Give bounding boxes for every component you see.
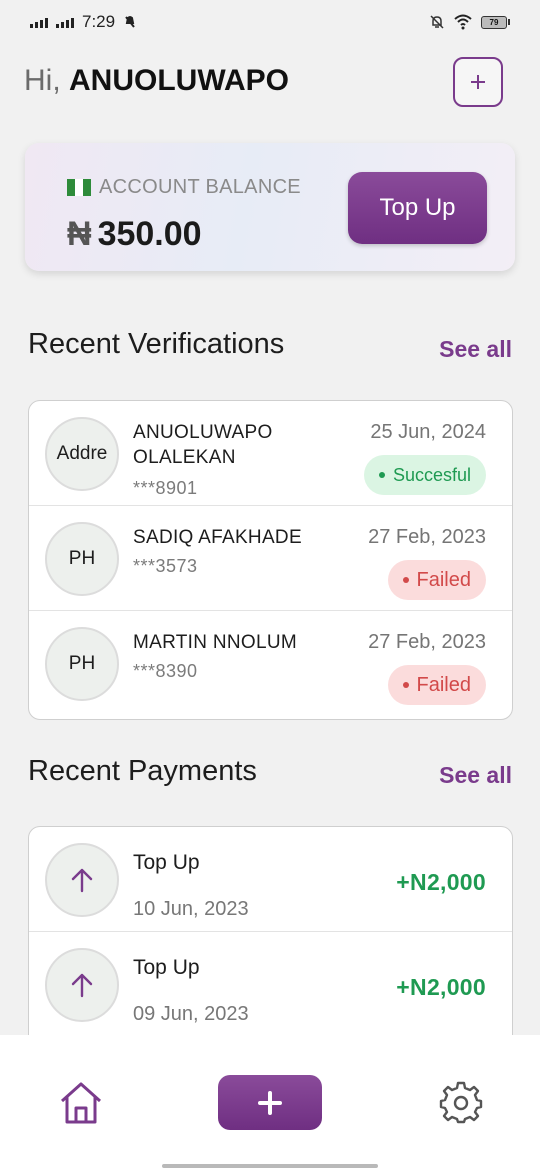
verification-row[interactable]: PH SADIQ AFAKHADE ***3573 27 Feb, 2023 F… xyxy=(29,506,512,611)
verifications-list: Addre ANUOLUWAPO OLALEKAN ***8901 25 Jun… xyxy=(28,400,513,720)
status-badge: Failed xyxy=(387,665,486,705)
verification-date: 25 Jun, 2024 xyxy=(370,421,486,443)
payment-date: 09 Jun, 2023 xyxy=(133,1003,249,1025)
balance-label-row: ACCOUNT BALANCE xyxy=(67,176,301,199)
arrow-up-icon xyxy=(71,973,93,998)
payment-icon xyxy=(45,948,119,1022)
status-badge: Succesful xyxy=(363,455,486,495)
verification-row[interactable]: PH MARTIN NNOLUM ***8390 27 Feb, 2023 Fa… xyxy=(29,611,512,716)
status-text: Failed xyxy=(416,673,471,696)
verification-date: 27 Feb, 2023 xyxy=(368,526,486,548)
signal-icon xyxy=(30,16,48,28)
status-text: Failed xyxy=(416,568,471,591)
payment-date: 10 Jun, 2023 xyxy=(133,898,249,920)
greeting-text: Hi, xyxy=(24,64,61,97)
status-right: 79 xyxy=(429,14,510,30)
battery-icon: 79 xyxy=(481,15,510,29)
payment-row[interactable]: Top Up 10 Jun, 2023 +N2,000 xyxy=(29,827,512,932)
payments-list: Top Up 10 Jun, 2023 +N2,000 Top Up 09 Ju… xyxy=(28,826,513,1056)
currency-symbol: ₦ xyxy=(67,215,92,253)
status-left: 7:29 xyxy=(30,12,137,32)
plus-icon xyxy=(258,1090,282,1115)
verification-name-line1: ANUOLUWAPO xyxy=(133,422,273,443)
payments-see-all-link[interactable]: See all xyxy=(439,762,512,789)
notification-icon xyxy=(125,16,135,28)
balance-amount: 350.00 xyxy=(97,215,202,253)
payment-title: Top Up xyxy=(133,956,200,979)
nav-add-button[interactable] xyxy=(218,1075,322,1130)
home-indicator xyxy=(162,1164,378,1168)
verification-name-line2: OLALEKAN xyxy=(133,447,236,468)
payments-title: Recent Payments xyxy=(28,755,257,787)
gear-icon xyxy=(439,1081,483,1124)
payment-row[interactable]: Top Up 09 Jun, 2023 +N2,000 xyxy=(29,932,512,1037)
avatar: PH xyxy=(45,522,119,596)
status-badge: Failed xyxy=(387,560,486,600)
greeting: Hi, ANUOLUWAPO xyxy=(24,64,289,98)
verifications-see-all-link[interactable]: See all xyxy=(439,336,512,363)
payment-title: Top Up xyxy=(133,851,200,874)
bottom-nav xyxy=(0,1035,540,1170)
nav-home-button[interactable] xyxy=(58,1081,104,1125)
balance-label: ACCOUNT BALANCE xyxy=(99,176,301,198)
verification-name: ANUOLUWAPO OLALEKAN xyxy=(133,420,273,470)
wifi-icon xyxy=(454,14,472,30)
verification-id: ***3573 xyxy=(133,556,198,576)
balance-amount-row: ₦ 350.00 xyxy=(67,215,202,254)
status-dot xyxy=(402,682,409,688)
nav-settings-button[interactable] xyxy=(439,1080,483,1124)
verification-id: ***8390 xyxy=(133,661,198,681)
verification-row[interactable]: Addre ANUOLUWAPO OLALEKAN ***8901 25 Jun… xyxy=(29,401,512,506)
payment-amount: +N2,000 xyxy=(396,869,486,895)
verification-name: SADIQ AFAKHADE xyxy=(133,527,302,548)
status-dot xyxy=(378,472,385,478)
payment-amount: +N2,000 xyxy=(396,974,486,1000)
status-dot xyxy=(402,577,409,583)
verification-name: MARTIN NNOLUM xyxy=(133,632,297,653)
battery-level: 79 xyxy=(481,15,507,29)
user-name: ANUOLUWAPO xyxy=(69,64,290,97)
verifications-title: Recent Verifications xyxy=(28,328,285,360)
avatar: Addre xyxy=(45,417,119,491)
nigeria-flag-icon xyxy=(67,179,91,196)
status-text: Succesful xyxy=(392,464,471,485)
add-button[interactable] xyxy=(453,57,503,107)
signal-icon xyxy=(56,16,74,28)
verification-id: ***8901 xyxy=(133,478,198,498)
status-bar: 7:29 79 xyxy=(0,0,540,44)
balance-card: ACCOUNT BALANCE ₦ 350.00 Top Up xyxy=(25,143,515,271)
verification-date: 27 Feb, 2023 xyxy=(368,631,486,653)
top-up-button[interactable]: Top Up xyxy=(348,172,487,244)
home-icon xyxy=(60,1082,102,1124)
mute-bell-icon xyxy=(430,15,444,29)
arrow-up-icon xyxy=(71,868,93,893)
status-time: 7:29 xyxy=(82,12,116,31)
payment-icon xyxy=(45,843,119,917)
avatar: PH xyxy=(45,627,119,701)
plus-icon xyxy=(471,75,485,89)
